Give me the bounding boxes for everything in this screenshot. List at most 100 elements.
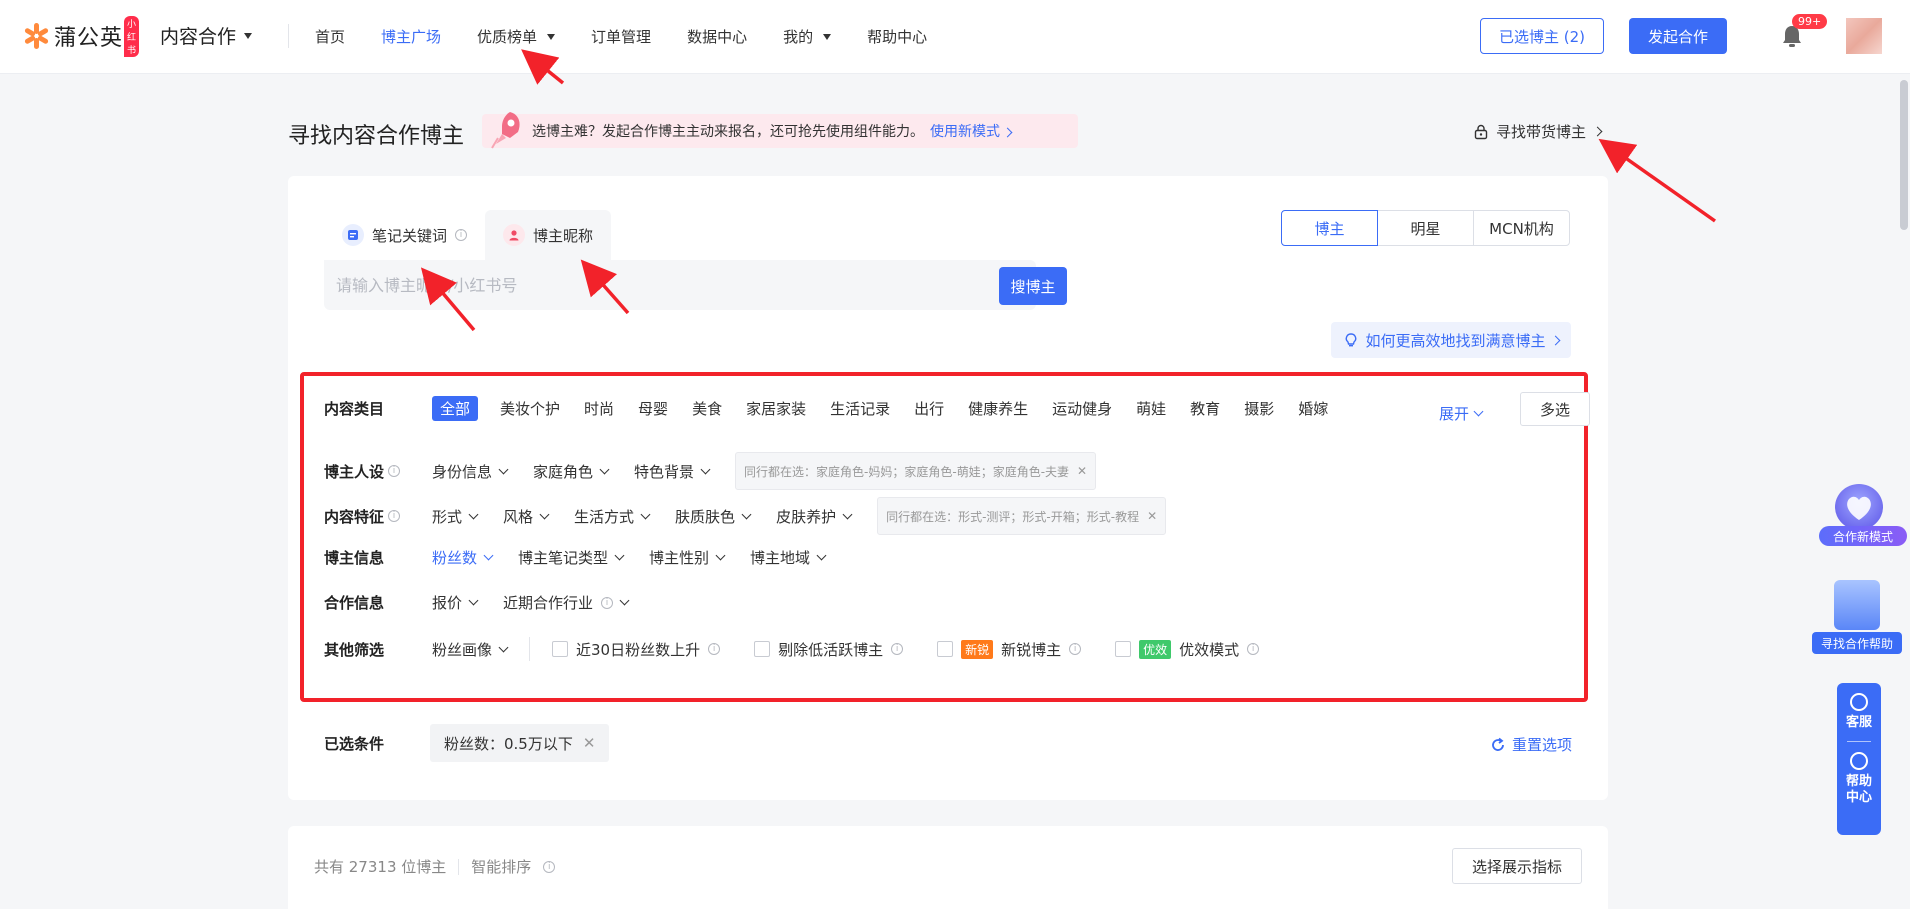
dropdown-special-background[interactable]: 特色背景: [634, 461, 711, 482]
dropdown-skin-care[interactable]: 皮肤养护: [776, 506, 853, 527]
filter-row-blogger-info: 博主信息 粉丝数 博主笔记类型 博主性别 博主地域: [324, 547, 851, 568]
category-chip[interactable]: 母婴: [638, 398, 668, 419]
category-chip[interactable]: 家居家装: [746, 398, 806, 419]
nav-orders[interactable]: 订单管理: [591, 26, 651, 47]
selected-bloggers-button[interactable]: 已选博主 (2): [1480, 18, 1604, 54]
dropdown-style[interactable]: 风格: [503, 506, 550, 527]
category-chip[interactable]: 出行: [914, 398, 944, 419]
chevron-down-icon: [468, 509, 479, 519]
info-icon[interactable]: i: [455, 229, 468, 241]
dropdown-region[interactable]: 博主地域: [750, 547, 827, 568]
dropdown-gender[interactable]: 博主性别: [649, 547, 726, 568]
info-icon[interactable]: i: [891, 643, 904, 655]
type-celebrity[interactable]: 明星: [1377, 210, 1474, 246]
search-tabs: 笔记关键词 i 博主昵称: [324, 210, 612, 260]
nav-blogger-square[interactable]: 博主广场: [381, 26, 441, 47]
search-blogger-button[interactable]: 搜博主: [999, 267, 1067, 305]
new-tag: 新锐: [961, 639, 994, 659]
sort-label[interactable]: 智能排序: [471, 856, 531, 877]
dropdown-fan-portrait[interactable]: 粉丝画像: [432, 639, 509, 660]
logo[interactable]: 蒲公英 小红书: [23, 16, 140, 57]
filter-panel: 内容类目 全部 美妆个护 时尚 母婴 美食 家居家装 生活记录 出行 健康养生 …: [300, 372, 1590, 702]
dropdown-lifestyle[interactable]: 生活方式: [574, 506, 651, 527]
category-chip[interactable]: 教育: [1190, 398, 1220, 419]
caret-down-icon: [823, 33, 832, 40]
info-icon[interactable]: i: [1069, 643, 1082, 655]
result-count: 共有 27313 位博主: [314, 858, 447, 876]
nav-data-center[interactable]: 数据中心: [687, 26, 747, 47]
tab-note-keyword-label: 笔记关键词: [372, 226, 448, 245]
multi-select-button[interactable]: 多选: [1520, 392, 1590, 426]
how-to-find-tip-link[interactable]: 如何更高效地找到满意博主: [1331, 322, 1571, 358]
dropdown-recent-industry[interactable]: 近期合作行业 i: [503, 592, 630, 613]
heart-icon: [1835, 484, 1883, 530]
find-coop-help-label: 寻找合作帮助: [1812, 632, 1902, 654]
coop-new-mode-widget[interactable]: 合作新模式: [1819, 484, 1907, 552]
choose-metrics-button[interactable]: 选择展示指标: [1452, 848, 1582, 884]
category-chip[interactable]: 萌娃: [1136, 398, 1166, 419]
avatar[interactable]: [1846, 18, 1882, 54]
tab-note-keyword[interactable]: 笔记关键词 i: [324, 210, 485, 260]
checkbox-emerging-blogger[interactable]: 新锐 新锐博主 i: [937, 639, 1082, 660]
info-icon[interactable]: i: [1247, 643, 1260, 655]
main-nav: 首页 博主广场 优质榜单 订单管理 数据中心 我的 帮助中心: [315, 26, 963, 47]
dropdown-label: 博主性别: [649, 549, 710, 567]
expand-button[interactable]: 展开: [1439, 403, 1484, 424]
dropdown-family-role[interactable]: 家庭角色: [533, 461, 610, 482]
search-input[interactable]: [336, 260, 936, 310]
checkbox-exclude-inactive[interactable]: 剔除低活跃博主 i: [754, 639, 904, 660]
promo-banner[interactable]: 选博主难？发起合作博主主动来报名，还可抢先使用组件能力。 使用新模式: [482, 112, 1078, 149]
close-icon[interactable]: ✕: [1077, 464, 1087, 478]
nav-mine[interactable]: 我的: [783, 26, 832, 47]
dropdown-followers[interactable]: 粉丝数: [432, 547, 494, 568]
category-chip[interactable]: 美食: [692, 398, 722, 419]
checkbox[interactable]: [937, 641, 954, 657]
category-chip[interactable]: 婚嫁: [1298, 398, 1328, 419]
category-chip[interactable]: 时尚: [584, 398, 614, 419]
type-mcn[interactable]: MCN机构: [1473, 210, 1570, 246]
filter-row-persona: 博主人设 i 身份信息 家庭角色 特色背景 同行都在选：家庭角色-妈妈；家庭角色-…: [324, 452, 1097, 490]
category-chip[interactable]: 生活记录: [830, 398, 890, 419]
tab-blogger-nickname[interactable]: 博主昵称: [485, 210, 612, 260]
category-chip[interactable]: 全部: [432, 396, 479, 421]
dropdown-note-type[interactable]: 博主笔记类型: [518, 547, 625, 568]
info-icon[interactable]: i: [388, 510, 401, 522]
use-new-mode-link[interactable]: 使用新模式: [930, 121, 1013, 141]
nav-home[interactable]: 首页: [315, 26, 345, 47]
checkbox[interactable]: [1115, 641, 1132, 657]
app-switcher[interactable]: 内容合作: [160, 22, 253, 49]
dropdown-price[interactable]: 报价: [432, 592, 479, 613]
start-cooperation-button[interactable]: 发起合作: [1629, 18, 1727, 54]
selected-chip[interactable]: 粉丝数：0.5万以下 ✕: [430, 724, 610, 762]
info-icon[interactable]: i: [601, 596, 614, 609]
help-center-button[interactable]: 帮助中心: [1845, 774, 1873, 806]
close-icon[interactable]: ✕: [583, 734, 596, 752]
reset-options-button[interactable]: 重置选项: [1490, 734, 1572, 755]
info-icon[interactable]: i: [708, 643, 721, 655]
find-coop-help-widget[interactable]: 寻找合作帮助: [1812, 580, 1902, 656]
category-chip[interactable]: 摄影: [1244, 398, 1274, 419]
dropdown-label: 近期合作行业: [503, 594, 594, 612]
customer-service-button[interactable]: 客服: [1846, 715, 1872, 731]
find-goods-blogger-link[interactable]: 寻找带货博主: [1474, 121, 1603, 142]
scrollbar[interactable]: [1900, 80, 1908, 230]
checkbox[interactable]: [754, 641, 771, 657]
checkbox[interactable]: [552, 641, 569, 657]
close-icon[interactable]: ✕: [1147, 509, 1157, 523]
dropdown-skin-type[interactable]: 肤质肤色: [675, 506, 752, 527]
category-chip[interactable]: 健康养生: [968, 398, 1028, 419]
dropdown-identity[interactable]: 身份信息: [432, 461, 509, 482]
category-chip[interactable]: 运动健身: [1052, 398, 1112, 419]
nav-help-center[interactable]: 帮助中心: [867, 26, 927, 47]
dropdown-format[interactable]: 形式: [432, 506, 479, 527]
info-icon[interactable]: i: [543, 860, 556, 873]
checkbox-label: 剔除低活跃博主: [778, 640, 884, 659]
checkbox-fans-rising[interactable]: 近30日粉丝数上升 i: [552, 639, 721, 660]
nav-quality-rankings[interactable]: 优质榜单: [477, 26, 556, 47]
type-blogger[interactable]: 博主: [1281, 210, 1378, 246]
category-chip[interactable]: 美妆个护: [500, 398, 560, 419]
chevron-down-icon: [640, 509, 651, 519]
checkbox-efficient-mode[interactable]: 优效 优效模式 i: [1115, 639, 1260, 660]
chevron-down-icon: [619, 595, 630, 606]
info-icon[interactable]: i: [388, 465, 401, 477]
